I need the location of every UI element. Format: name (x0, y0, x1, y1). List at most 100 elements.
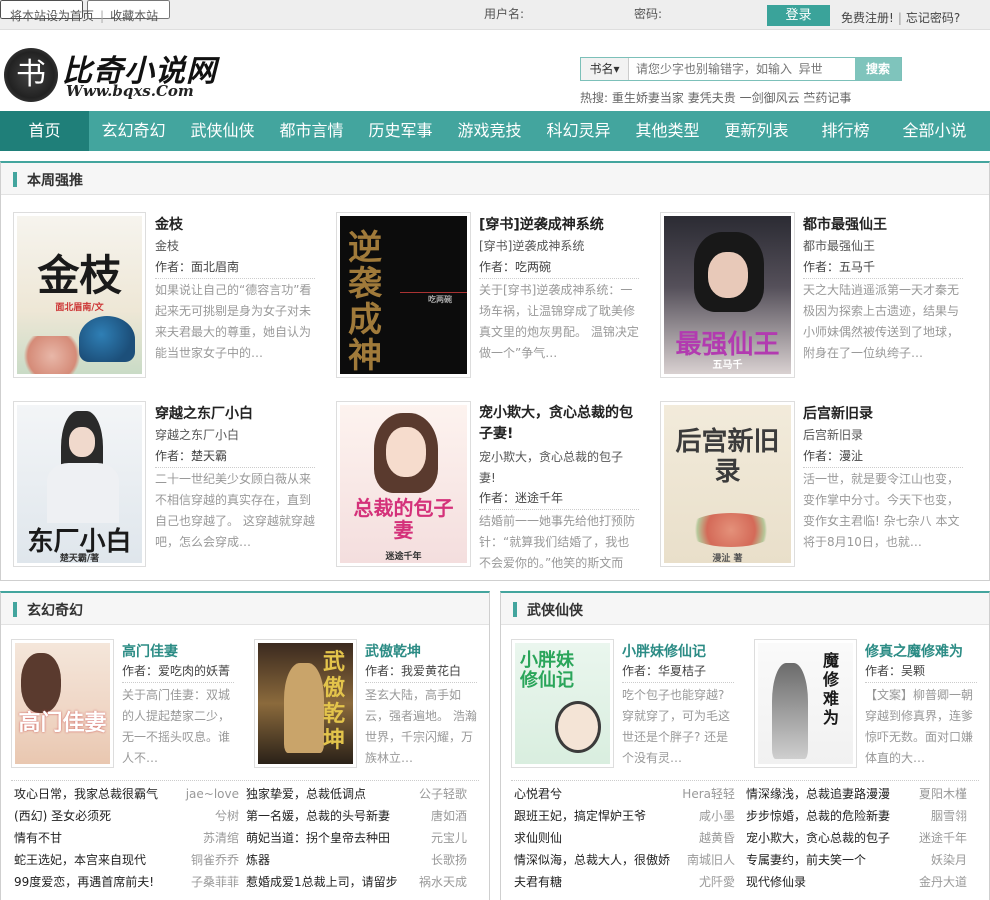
bookmark-link[interactable]: 收藏本站 (110, 9, 158, 23)
separator: | (100, 9, 105, 23)
book-cover[interactable]: 逆袭成神 吃两碗 (336, 212, 471, 378)
nav-all-novels[interactable]: 全部小说 (890, 111, 979, 151)
list-item[interactable]: 蛇王选妃，本宫来自现代 铜雀乔乔 (14, 849, 239, 871)
search-type-select[interactable]: 书名▾ (581, 58, 629, 80)
book-title[interactable]: 金枝 (155, 214, 183, 234)
hot-search-word[interactable]: 妻凭夫贵 (688, 91, 736, 105)
cover-author: 吃两碗 (428, 294, 452, 304)
cover-title: 武傲乾坤 (322, 649, 345, 753)
register-link[interactable]: 免费注册! (841, 11, 894, 25)
hot-search-word[interactable]: 重生娇妻当家 (612, 91, 684, 105)
nav-kehuan[interactable]: 科幻灵异 (534, 111, 623, 151)
nav-lishi[interactable]: 历史军事 (356, 111, 445, 151)
list-item-name: 情深似海，总裁大人，很傲娇 (514, 853, 671, 867)
book-title[interactable]: 穿越之东厂小白 (155, 403, 253, 423)
hot-search-word[interactable]: 苎药记事 (803, 91, 851, 105)
cover-title: 金枝 (37, 251, 122, 300)
list-item[interactable]: 萌妃当道：拐个皇帝去种田 元宝儿 (246, 827, 467, 849)
book-author: 作者：迷途千年 (479, 489, 639, 510)
nav-youxi[interactable]: 游戏竞技 (445, 111, 534, 151)
book-desc: 关于[穿书]逆袭成神系统：一场车祸，让温锦穿成了耽美修真文里的炮灰男配。 温锦决… (479, 283, 639, 360)
book-title[interactable]: [穿书]逆袭成神系统 (479, 214, 604, 234)
list-item[interactable]: 夫君有糖 尤阡愛 (514, 871, 735, 893)
book-cover[interactable]: 高门佳妻 (11, 639, 114, 768)
list-item-author: 祸水天成 (418, 875, 467, 889)
list-item-name: 萌妃当道：拐个皇帝去种田 (246, 831, 391, 845)
book-cover[interactable]: 后宫新旧录 漫沚 著 (660, 401, 795, 567)
list-item[interactable]: 跟班王妃，搞定悍妒王爷 咸小墨 (514, 805, 735, 827)
book-cover[interactable]: 小胖妹修仙记 (511, 639, 614, 768)
book-cover[interactable]: 金枝 面北眉南/文 (13, 212, 146, 378)
book-desc: 圣玄大陆，高手如云，强者遍地。 浩瀚世界，千宗闪耀，万族林立… (365, 688, 477, 765)
nav-wuxia[interactable]: 武侠仙侠 (178, 111, 267, 151)
list-item[interactable]: 炼器 长歌扬 (246, 849, 467, 871)
list-item-author: 尤阡愛 (698, 875, 735, 889)
list-item[interactable]: 情有不甘 苏清绾 (14, 827, 239, 849)
site-logo[interactable]: 书 比奇小说网 Www.bqxs.Com (4, 44, 216, 106)
logo-seal-icon: 书 (4, 48, 58, 102)
list-item-author: 苏清绾 (202, 831, 239, 845)
list-item[interactable]: 心悦君兮 Hera轻轻 (514, 783, 735, 805)
book-subtitle: 后宫新旧录 (803, 428, 864, 442)
list-item[interactable]: 求仙则仙 越黄昏 (514, 827, 735, 849)
list-item[interactable]: 情深缘浅，总裁追妻路漫漫 夏阳木槿 (746, 783, 967, 805)
book-cover[interactable]: 东厂小白 楚天霸/著 (13, 401, 146, 567)
list-item[interactable]: 99度爱恋，再遇首席前夫! 子桑菲菲 (14, 871, 239, 893)
nav-update-list[interactable]: 更新列表 (712, 111, 801, 151)
list-item-author: 金丹大道 (918, 875, 967, 889)
book-title[interactable]: 武傲乾坤 (365, 641, 421, 661)
book-desc: 二十一世纪美少女顾白薇从来不相信穿越的真实存在，直到自己也穿越了。 这穿越就穿越… (155, 472, 315, 549)
list-item-name: 夫君有糖 (514, 875, 563, 889)
book-cover[interactable]: 魔修难为 (754, 639, 857, 768)
list-item-name: 宠小欺大，贪心总裁的包子 (746, 831, 891, 845)
list-item[interactable]: (西幻) 圣女必须死 兮树 (14, 805, 239, 827)
set-homepage-link[interactable]: 将本站设为首页 (10, 9, 94, 23)
list-item-author: 夏阳木槿 (918, 787, 967, 801)
list-item-name: 炼器 (246, 853, 271, 867)
cover-title: 总裁的包子妻 (353, 496, 454, 542)
book-author: 作者：华夏桔子 (622, 662, 734, 683)
book-cover[interactable]: 最强仙王 五马千 (660, 212, 795, 378)
list-item-author: jae~love (185, 787, 239, 801)
list-item[interactable]: 宠小欺大，贪心总裁的包子 迷途千年 (746, 827, 967, 849)
list-item[interactable]: 攻心日常，我家总裁很霸气 jae~love (14, 783, 239, 805)
book-title[interactable]: 高门佳妻 (122, 641, 178, 661)
book-author: 作者：爱吃肉的妖菁 (122, 662, 234, 683)
book-cover[interactable]: 武傲乾坤 (254, 639, 357, 768)
section-marker (13, 172, 17, 187)
nav-qita[interactable]: 其他类型 (623, 111, 712, 151)
list-item[interactable]: 情深似海，总裁大人，很傲娇 南城旧人 (514, 849, 735, 871)
book-title[interactable]: 修真之魔修难为 (865, 641, 963, 661)
book-title[interactable]: 后宫新旧录 (803, 403, 873, 423)
list-item-name: 攻心日常，我家总裁很霸气 (14, 787, 159, 801)
book-title[interactable]: 都市最强仙王 (803, 214, 887, 234)
nav-home[interactable]: 首页 (0, 111, 89, 151)
section-title: 武侠仙侠 (527, 603, 583, 619)
book-title[interactable]: 小胖妹修仙记 (622, 641, 706, 661)
list-item[interactable]: 步步惊婚，总裁的危险新妻 胭雪翎 (746, 805, 967, 827)
book-desc: 结婚前一一她事先给他打预防针：“就算我们结婚了，我也不会爱你的。”他笑的斯文而 (479, 514, 636, 570)
list-item[interactable]: 独家挚爱，总裁低调点 公子轻歌 (246, 783, 467, 805)
section-marker (13, 602, 17, 617)
nav-ranking[interactable]: 排行榜 (801, 111, 890, 151)
cover-title: 魔修难为 (822, 651, 839, 727)
list-item[interactable]: 第一名媛，总裁的头号新妻 唐如酒 (246, 805, 467, 827)
list-item[interactable]: 专属妻约，前夫笑一个 妖染月 (746, 849, 967, 871)
list-item[interactable]: 惹婚成爱1总裁上司，请留步 祸水天成 (246, 871, 467, 893)
list-item-author: 唐如酒 (430, 809, 467, 823)
hot-search-word[interactable]: 一剑御风云 (740, 91, 800, 105)
logo-url: Www.bqxs.Com (66, 82, 194, 100)
forgot-password-link[interactable]: 忘记密码? (906, 11, 960, 25)
search-input[interactable] (631, 58, 857, 80)
cover-title: 高门佳妻 (18, 710, 107, 736)
list-item[interactable]: 现代修仙录 金丹大道 (746, 871, 967, 893)
nav-xuanhuan[interactable]: 玄幻奇幻 (89, 111, 178, 151)
login-button[interactable]: 登录 (767, 5, 830, 26)
list-item-name: 第一名媛，总裁的头号新妻 (246, 809, 391, 823)
search-button[interactable]: 搜索 (855, 58, 901, 80)
book-cover[interactable]: 总裁的包子妻 迷途千年 (336, 401, 471, 567)
book-desc: 关于高门佳妻：双城的人提起楚家二少，无一不摇头叹息。谁人不… (122, 688, 231, 765)
nav-dushi[interactable]: 都市言情 (267, 111, 356, 151)
book-title[interactable]: 宠小欺大，贪心总裁的包子妻! (479, 403, 639, 445)
list-item-name: 情有不甘 (14, 831, 63, 845)
